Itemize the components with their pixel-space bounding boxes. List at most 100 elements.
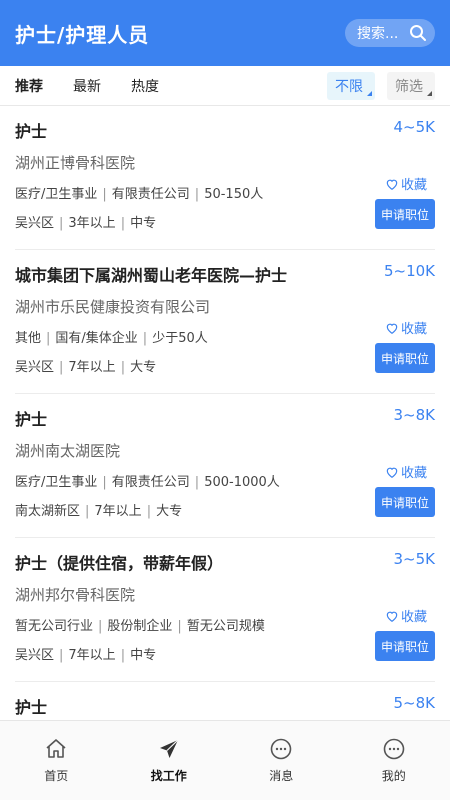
search-box[interactable]: 搜索...	[345, 19, 435, 47]
job-card[interactable]: 城市集团下属湖州蜀山老年医院—护士 5~10K 湖州市乐民健康投资有限公司 其他…	[15, 250, 435, 394]
tab-messages[interactable]: 消息	[225, 721, 338, 800]
company-size: 50-150人	[204, 187, 264, 202]
separator: |	[146, 504, 152, 519]
job-list: 护士 4~5K 湖州正博骨科医院 医疗/卫生事业 | 有限责任公司 | 50-150人 …	[0, 106, 450, 720]
separator: |	[142, 331, 148, 346]
job-requirements: 吴兴区 | 7年以上 | 大专	[15, 356, 156, 375]
job-title: 护士	[15, 122, 48, 141]
filter-dropdown[interactable]: 筛选	[387, 71, 435, 100]
apply-button[interactable]: 申请职位	[375, 631, 435, 661]
profile-icon	[383, 738, 405, 760]
page-title: 护士/护理人员	[15, 22, 150, 47]
separator: |	[59, 360, 64, 375]
favorite-button[interactable]: 收藏	[385, 606, 427, 625]
separator: |	[120, 360, 126, 375]
separator: |	[194, 475, 200, 490]
search-icon[interactable]	[409, 24, 427, 42]
tab-popular[interactable]: 热度	[131, 76, 159, 96]
search-placeholder: 搜索...	[357, 26, 399, 42]
apply-button[interactable]: 申请职位	[375, 487, 435, 517]
job-experience: 3年以上	[68, 216, 116, 231]
separator: |	[46, 331, 51, 346]
company-tags: 其他 | 国有/集体企业 | 少于50人	[15, 327, 208, 346]
separator: |	[120, 648, 126, 663]
favorite-label: 收藏	[400, 466, 427, 481]
job-salary: 3~5K	[393, 550, 436, 568]
separator: |	[102, 187, 107, 202]
heart-icon	[385, 177, 399, 191]
separator: |	[102, 475, 107, 490]
favorite-label: 收藏	[400, 178, 427, 193]
job-district: 吴兴区	[15, 216, 55, 231]
job-district: 南太湖新区	[15, 504, 81, 519]
tab-mine[interactable]: 我的	[338, 721, 450, 800]
separator: |	[59, 648, 64, 663]
heart-icon	[385, 609, 399, 623]
favorite-button[interactable]: 收藏	[385, 462, 427, 481]
job-salary: 3~8K	[393, 406, 436, 424]
company-tags: 医疗/卫生事业 | 有限责任公司 | 50-150人	[15, 183, 263, 202]
separator: |	[177, 619, 182, 634]
company-name[interactable]: 湖州邦尔骨科医院	[15, 584, 135, 605]
job-title: 护士	[15, 410, 48, 429]
tab-latest[interactable]: 最新	[73, 76, 101, 96]
unlimited-dropdown[interactable]: 不限	[327, 71, 375, 100]
job-district: 吴兴区	[15, 648, 55, 663]
favorite-button[interactable]: 收藏	[385, 174, 427, 193]
company-size: 暂无公司规模	[186, 619, 265, 634]
message-icon	[270, 738, 292, 760]
company-type: 股份制企业	[107, 619, 173, 634]
app-header: 护士/护理人员 搜索...	[0, 0, 450, 66]
job-salary: 5~8K	[393, 694, 436, 712]
job-requirements: 吴兴区 | 3年以上 | 中专	[15, 212, 156, 231]
bottom-tab-bar: 首页 找工作 消息 我的	[0, 720, 450, 800]
unlimited-dropdown-label: 不限	[335, 78, 363, 95]
job-title: 护士	[15, 698, 48, 717]
heart-icon	[385, 321, 399, 335]
job-education: 大专	[130, 360, 157, 375]
company-tags: 暂无公司行业 | 股份制企业 | 暂无公司规模	[15, 615, 265, 634]
job-requirements: 南太湖新区 | 7年以上 | 大专	[15, 500, 182, 519]
job-card[interactable]: 护士 4~5K 湖州正博骨科医院 医疗/卫生事业 | 有限责任公司 | 50-150人 …	[15, 106, 435, 250]
dropdown-corner-icon	[367, 90, 372, 96]
heart-icon	[385, 465, 399, 479]
separator: |	[85, 504, 90, 519]
company-type: 国有/集体企业	[55, 331, 138, 346]
company-name[interactable]: 湖州正博骨科医院	[15, 152, 135, 173]
favorite-label: 收藏	[400, 610, 427, 625]
job-district: 吴兴区	[15, 360, 55, 375]
tab-find-job-label: 找工作	[150, 769, 187, 783]
company-tags: 医疗/卫生事业 | 有限责任公司 | 500-1000人	[15, 471, 280, 490]
job-card[interactable]: 护士 5~8K	[15, 682, 435, 720]
separator: |	[194, 187, 200, 202]
company-type: 有限责任公司	[111, 475, 190, 490]
company-name[interactable]: 湖州南太湖医院	[15, 440, 120, 461]
company-industry: 医疗/卫生事业	[15, 187, 98, 202]
tab-mine-label: 我的	[381, 769, 406, 783]
tab-home-label: 首页	[44, 769, 69, 783]
separator: |	[120, 216, 126, 231]
favorite-button[interactable]: 收藏	[385, 318, 427, 337]
home-icon	[46, 739, 66, 758]
job-requirements: 吴兴区 | 7年以上 | 中专	[15, 644, 156, 663]
job-experience: 7年以上	[68, 648, 116, 663]
job-experience: 7年以上	[94, 504, 142, 519]
job-card[interactable]: 护士 3~8K 湖州南太湖医院 医疗/卫生事业 | 有限责任公司 | 500-1000人…	[15, 394, 435, 538]
job-salary: 4~5K	[393, 118, 436, 136]
job-education: 中专	[130, 648, 157, 663]
tab-home[interactable]: 首页	[0, 721, 113, 800]
apply-button[interactable]: 申请职位	[375, 343, 435, 373]
company-type: 有限责任公司	[111, 187, 190, 202]
tab-messages-label: 消息	[269, 769, 294, 783]
company-size: 500-1000人	[204, 475, 280, 490]
company-industry: 其他	[15, 331, 42, 346]
job-education: 大专	[156, 504, 183, 519]
dropdown-corner-icon	[427, 90, 432, 96]
job-card[interactable]: 护士（提供住宿，带薪年假） 3~5K 湖州邦尔骨科医院 暂无公司行业 | 股份制企业…	[15, 538, 435, 682]
job-title: 护士（提供住宿，带薪年假）	[15, 554, 224, 573]
tab-find-job[interactable]: 找工作	[113, 721, 226, 800]
apply-button[interactable]: 申请职位	[375, 199, 435, 229]
company-size: 少于50人	[152, 331, 208, 346]
tab-recommended[interactable]: 推荐	[15, 76, 43, 96]
company-name[interactable]: 湖州市乐民健康投资有限公司	[15, 296, 210, 317]
